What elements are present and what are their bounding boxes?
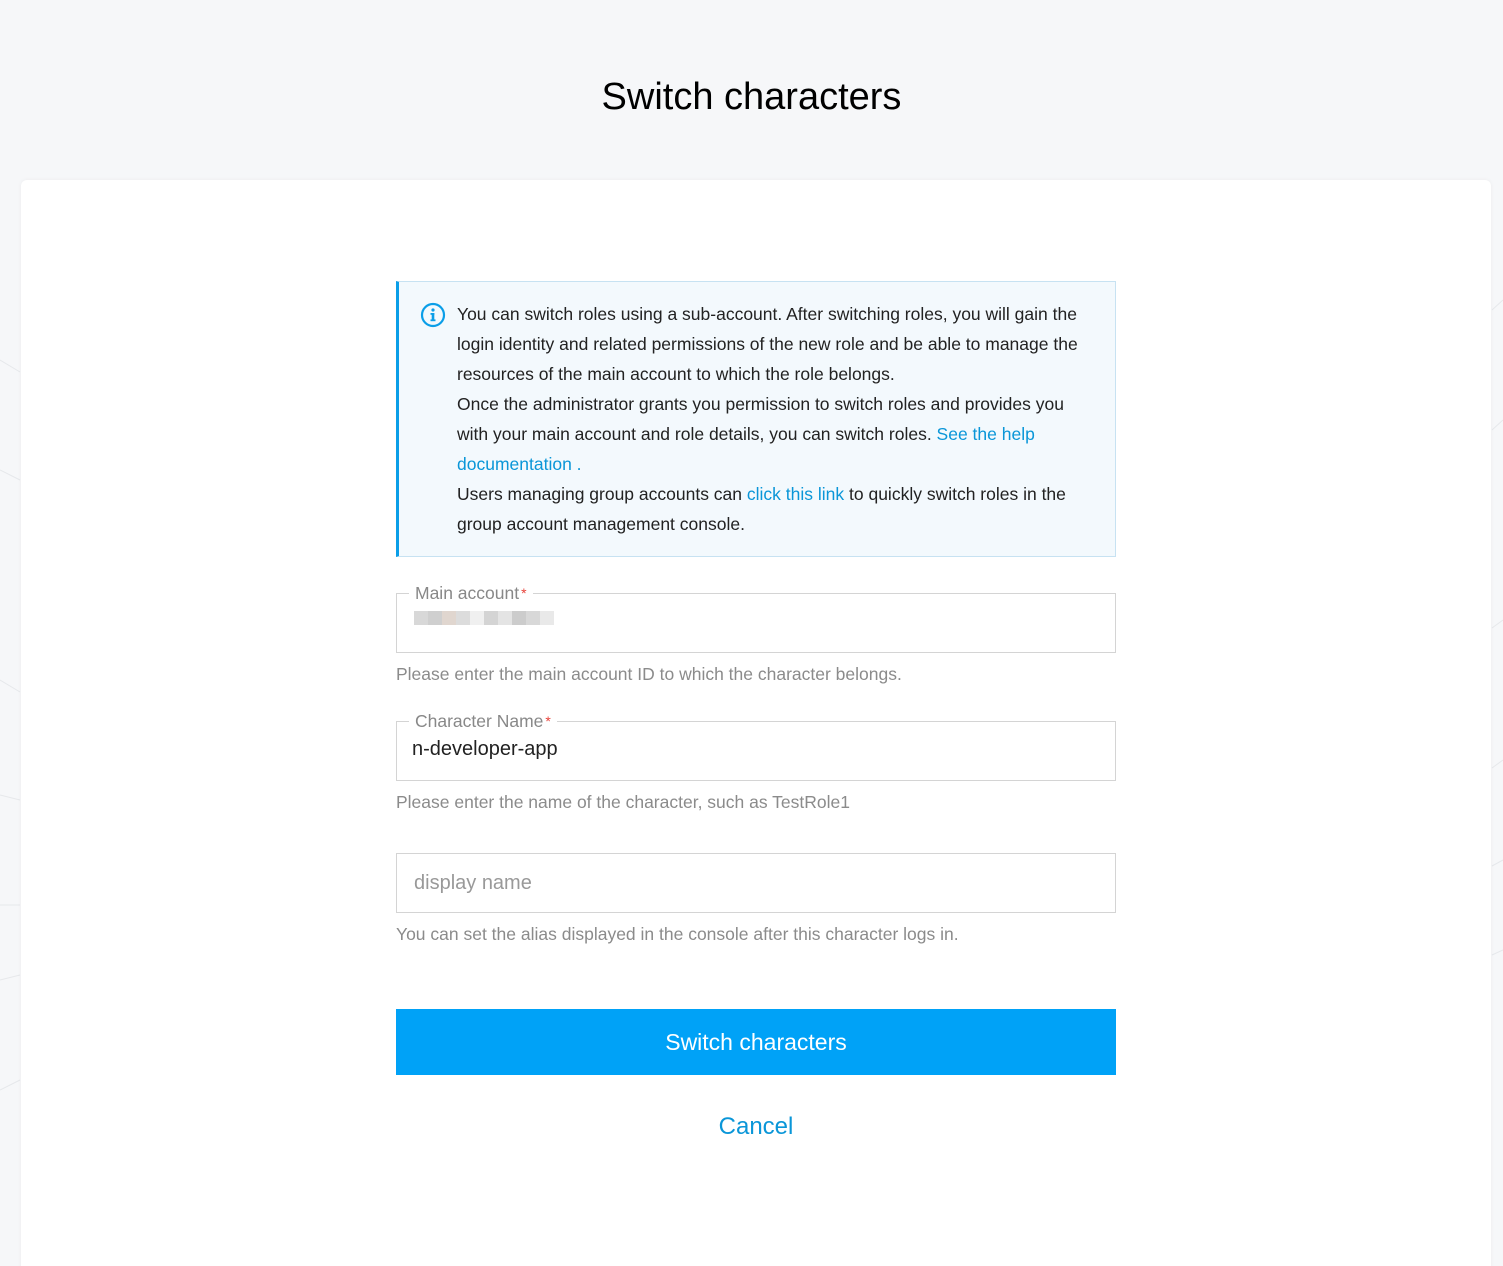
- main-account-field[interactable]: Main account *: [396, 582, 1116, 653]
- redacted-account-id: [414, 611, 564, 639]
- group-console-link[interactable]: click this link: [747, 484, 844, 504]
- notice-paragraph-2: Once the administrator grants you permis…: [457, 389, 1097, 479]
- character-name-label-text: Character Name: [415, 711, 544, 731]
- character-name-hint: Please enter the name of the character, …: [396, 792, 850, 812]
- main-account-label: Main account *: [409, 582, 533, 604]
- character-name-label: Character Name *: [409, 710, 557, 732]
- notice-paragraph-3: Users managing group accounts can click …: [457, 479, 1097, 539]
- display-name-field[interactable]: [396, 853, 1116, 913]
- page: Switch characters You can switch roles u…: [0, 0, 1503, 1266]
- display-name-hint: You can set the alias displayed in the c…: [396, 924, 959, 944]
- character-name-field[interactable]: Character Name * n-developer-app: [396, 710, 1116, 781]
- info-icon: [420, 302, 446, 328]
- main-account-label-text: Main account: [415, 583, 520, 603]
- required-mark: *: [545, 713, 551, 729]
- switch-characters-button[interactable]: Switch characters: [396, 1009, 1116, 1075]
- switch-role-form: You can switch roles using a sub-account…: [396, 281, 1116, 1141]
- notice-paragraph-1: You can switch roles using a sub-account…: [457, 304, 1078, 384]
- display-name-input[interactable]: [397, 854, 1115, 912]
- page-title: Switch characters: [601, 76, 902, 118]
- cancel-link[interactable]: Cancel: [396, 1113, 1116, 1141]
- main-account-hint: Please enter the main account ID to whic…: [396, 664, 902, 684]
- required-mark: *: [521, 585, 527, 601]
- character-name-value[interactable]: n-developer-app: [412, 738, 558, 761]
- switch-role-card: You can switch roles using a sub-account…: [21, 180, 1491, 1266]
- info-notice: You can switch roles using a sub-account…: [396, 281, 1116, 557]
- notice-paragraph-3-prefix: Users managing group accounts can: [457, 484, 747, 504]
